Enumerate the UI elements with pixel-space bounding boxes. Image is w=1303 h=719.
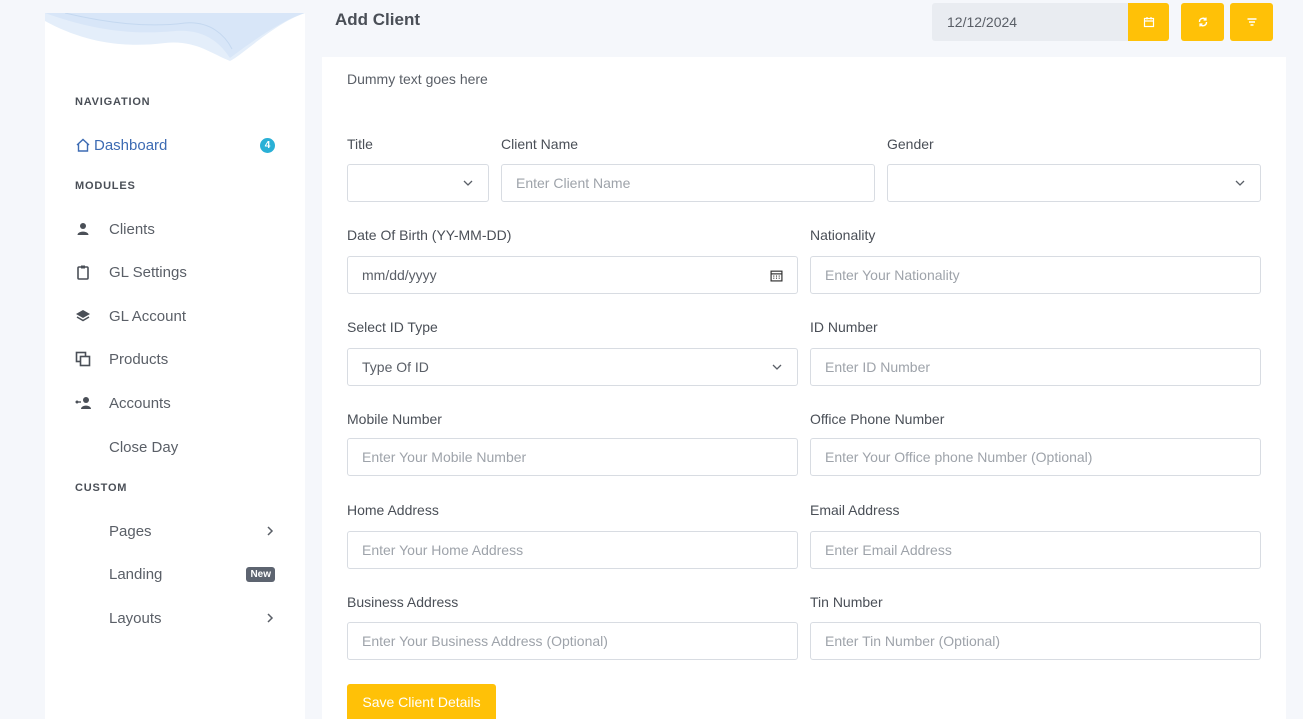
business-address-label: Business Address: [347, 594, 459, 610]
sidebar-item-layouts[interactable]: Layouts: [75, 604, 275, 632]
filter-button[interactable]: [1230, 3, 1273, 41]
sidebar-item-label: Clients: [109, 220, 155, 238]
chevron-right-icon: [265, 613, 275, 623]
gender-label: Gender: [887, 136, 934, 152]
copy-icon: [75, 351, 109, 367]
office-phone-label: Office Phone Number: [810, 411, 945, 427]
id-number-input[interactable]: Enter ID Number: [810, 348, 1261, 386]
chevron-down-icon: [462, 177, 474, 189]
email-input[interactable]: Enter Email Address: [810, 531, 1261, 569]
save-client-button[interactable]: Save Client Details: [347, 684, 496, 719]
sidebar-item-label: Landing: [109, 565, 163, 583]
calendar-icon[interactable]: [770, 269, 783, 282]
dob-label: Date Of Birth (YY-MM-DD): [347, 227, 512, 243]
sidebar-item-label: GL Settings: [109, 263, 187, 281]
chevron-down-icon: [771, 361, 783, 373]
new-badge: New: [246, 566, 275, 582]
chevron-right-icon: [265, 526, 275, 536]
nationality-label: Nationality: [810, 227, 876, 243]
sidebar-item-accounts[interactable]: Accounts: [75, 389, 275, 417]
sidebar-item-dashboard[interactable]: Dashboard 4: [75, 131, 275, 159]
sidebar-item-gl-account[interactable]: GL Account: [75, 302, 275, 330]
section-custom: CUSTOM: [75, 482, 128, 494]
mobile-label: Mobile Number: [347, 411, 442, 427]
clipboard-icon: [75, 264, 109, 280]
gender-select[interactable]: [887, 164, 1261, 202]
refresh-button[interactable]: [1181, 3, 1224, 41]
section-modules: MODULES: [75, 180, 136, 192]
dob-input[interactable]: mm/dd/yyyy: [347, 256, 798, 294]
title-label: Title: [347, 136, 373, 152]
user-icon: [75, 221, 109, 237]
client-name-input[interactable]: Enter Client Name: [501, 164, 875, 202]
client-name-label: Client Name: [501, 136, 579, 152]
section-navigation: NAVIGATION: [75, 96, 151, 108]
sidebar-item-pages[interactable]: Pages: [75, 517, 275, 545]
sidebar-item-label: Accounts: [109, 394, 171, 412]
refresh-icon: [1198, 17, 1207, 27]
page-title: Add Client: [335, 10, 420, 29]
office-phone-input[interactable]: Enter Your Office phone Number (Optional…: [810, 438, 1261, 476]
sidebar-item-landing[interactable]: Landing New: [75, 560, 275, 588]
card-subtitle: Dummy text goes here: [347, 71, 488, 87]
sidebar-wave-decoration: [45, 13, 305, 61]
calendar-button[interactable]: [1128, 3, 1169, 41]
title-select[interactable]: [347, 164, 489, 202]
sidebar-item-clients[interactable]: Clients: [75, 215, 275, 243]
sidebar-item-label: Products: [109, 350, 169, 368]
home-address-label: Home Address: [347, 502, 439, 518]
tin-input[interactable]: Enter Tin Number (Optional): [810, 622, 1261, 660]
sidebar-item-close-day[interactable]: Close Day: [75, 433, 275, 461]
id-type-label: Select ID Type: [347, 319, 438, 335]
dashboard-count-badge: 4: [260, 137, 275, 153]
home-address-input[interactable]: Enter Your Home Address: [347, 531, 798, 569]
sidebar-item-gl-settings[interactable]: GL Settings: [75, 258, 275, 286]
layers-icon: [75, 308, 109, 324]
sidebar-item-label: Dashboard: [94, 136, 168, 154]
calendar-icon: [1143, 17, 1154, 28]
sidebar-item-label: Layouts: [109, 609, 162, 627]
id-number-label: ID Number: [810, 319, 878, 335]
date-filter-input[interactable]: 12/12/2024: [932, 3, 1129, 41]
nationality-input[interactable]: Enter Your Nationality: [810, 256, 1261, 294]
mobile-input[interactable]: Enter Your Mobile Number: [347, 438, 798, 476]
email-label: Email Address: [810, 502, 900, 518]
business-address-input[interactable]: Enter Your Business Address (Optional): [347, 622, 798, 660]
sidebar-item-label: GL Account: [109, 307, 186, 325]
sidebar: NAVIGATION Dashboard 4 MODULES Clients G…: [45, 13, 305, 719]
sidebar-item-products[interactable]: Products: [75, 345, 275, 373]
user-transfer-icon: [75, 395, 109, 411]
tin-label: Tin Number: [810, 594, 883, 610]
filter-icon: [1247, 18, 1256, 26]
sidebar-item-label: Close Day: [109, 438, 179, 456]
id-type-select[interactable]: Type Of ID: [347, 348, 798, 386]
home-icon: [75, 137, 94, 153]
chevron-down-icon: [1234, 177, 1246, 189]
add-client-card: [322, 57, 1286, 719]
sidebar-item-label: Pages: [109, 522, 152, 540]
